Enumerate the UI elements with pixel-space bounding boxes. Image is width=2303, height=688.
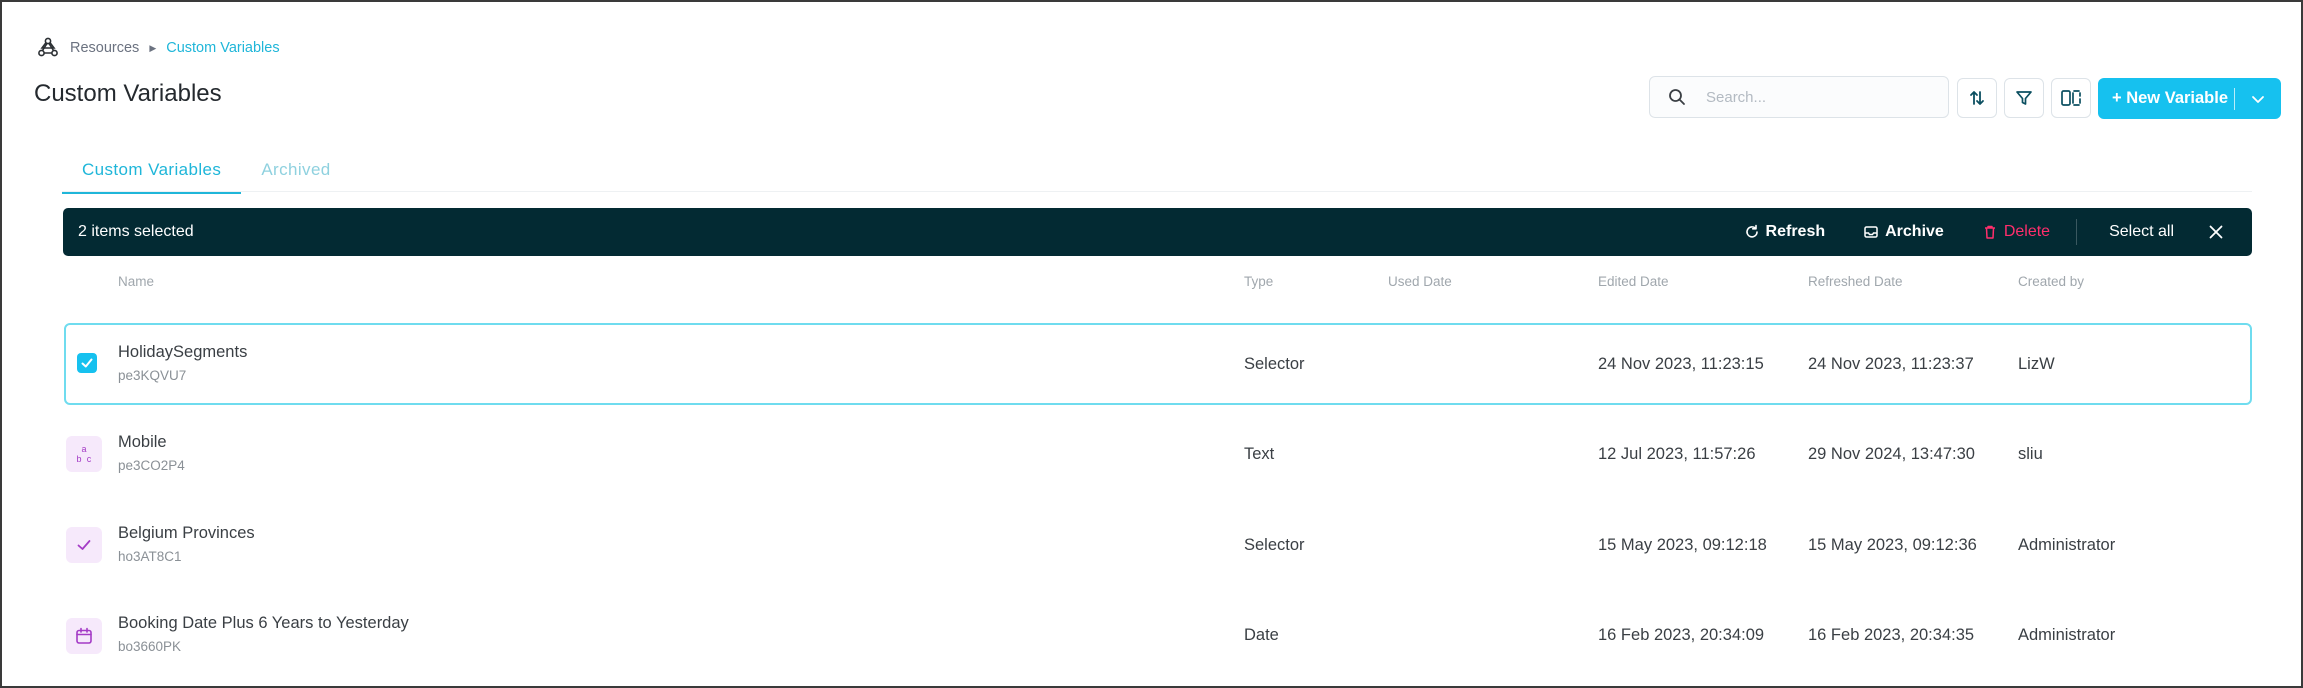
filter-icon <box>2016 91 2032 105</box>
archive-icon <box>1864 226 1878 238</box>
variable-id: bo3660PK <box>118 639 182 654</box>
svg-text:b: b <box>76 454 81 464</box>
checkbox-checked-icon <box>81 358 93 368</box>
variable-name[interactable]: Mobile <box>118 433 185 452</box>
edited-date-cell: 15 May 2023, 09:12:18 <box>1598 536 1767 554</box>
sort-button[interactable] <box>1957 78 1997 118</box>
edited-date-cell: 16 Feb 2023, 20:34:09 <box>1598 626 1765 644</box>
created-by-cell: sliu <box>2018 445 2043 463</box>
archive-button[interactable]: Archive <box>1863 223 1944 241</box>
variable-name-cell: Booking Date Plus 6 Years to Yesterday b… <box>118 614 409 654</box>
variable-id: pe3KQVU7 <box>118 368 187 383</box>
chevron-down-icon <box>2252 95 2264 103</box>
svg-text:c: c <box>87 454 92 464</box>
tab-custom-variables[interactable]: Custom Variables <box>62 152 242 194</box>
sort-arrows-icon <box>1970 91 1984 105</box>
new-variable-button[interactable]: + New Variable <box>2098 78 2281 119</box>
variable-name[interactable]: Booking Date Plus 6 Years to Yesterday <box>118 614 409 633</box>
select-all-button[interactable]: Select all <box>2109 223 2174 241</box>
tab-bar: Custom Variables Archived <box>62 152 351 194</box>
delete-button[interactable]: Delete <box>1982 223 2050 241</box>
type-cell: Selector <box>1244 536 1305 554</box>
breadcrumb-separator-icon: ▶ <box>149 42 157 53</box>
selection-action-bar: 2 items selected Refresh Archive Delete … <box>63 208 2252 256</box>
type-icon-badge <box>66 618 102 654</box>
check-icon <box>77 540 91 550</box>
variable-name[interactable]: Belgium Provinces <box>118 524 255 543</box>
new-variable-dropdown-toggle[interactable] <box>2235 91 2281 107</box>
type-cell: Date <box>1244 626 1279 644</box>
column-header-refreshed-date[interactable]: Refreshed Date <box>1808 274 1903 289</box>
page-title: Custom Variables <box>34 80 222 107</box>
breadcrumb-current[interactable]: Custom Variables <box>166 40 279 56</box>
variable-id: ho3AT8C1 <box>118 549 182 564</box>
refreshed-date-cell: 24 Nov 2023, 11:23:37 <box>1808 355 1974 373</box>
created-by-cell: LizW <box>2018 355 2055 373</box>
refreshed-date-cell: 16 Feb 2023, 20:34:35 <box>1808 626 1975 644</box>
delete-label: Delete <box>2003 223 2051 240</box>
column-header-type[interactable]: Type <box>1244 274 1273 289</box>
svg-text:a: a <box>81 444 86 454</box>
selected-count: 2 items selected <box>78 223 194 240</box>
row-checkbox[interactable] <box>77 353 97 373</box>
refresh-button[interactable]: Refresh <box>1744 223 1826 241</box>
type-icon-badge: a b c <box>66 436 102 472</box>
refreshed-date-cell: 29 Nov 2024, 13:47:30 <box>1808 445 1975 463</box>
refreshed-date-cell: 15 May 2023, 09:12:36 <box>1808 536 1977 554</box>
type-cell: Text <box>1244 445 1275 463</box>
tab-archived[interactable]: Archived <box>241 152 350 194</box>
variable-name-cell: HolidaySegments pe3KQVU7 <box>118 343 247 383</box>
archive-label: Archive <box>1885 223 1944 240</box>
edited-date-cell: 24 Nov 2023, 11:23:15 <box>1598 355 1764 373</box>
breadcrumb: Resources ▶ Custom Variables <box>36 36 280 60</box>
refresh-icon <box>1745 224 1758 238</box>
text-abc-icon: a b c <box>76 444 92 464</box>
column-header-used-date[interactable]: Used Date <box>1388 274 1452 289</box>
app-logo-icon[interactable] <box>36 36 60 60</box>
type-cell: Selector <box>1244 355 1305 373</box>
selection-bar-divider <box>2076 219 2078 245</box>
variable-name[interactable]: HolidaySegments <box>118 343 247 362</box>
filter-button[interactable] <box>2004 78 2044 118</box>
trash-icon <box>1984 225 1995 239</box>
search-input[interactable] <box>1706 88 1926 106</box>
search-box[interactable] <box>1649 76 1949 118</box>
breadcrumb-resources-link[interactable]: Resources <box>70 40 139 56</box>
clear-selection-button[interactable] <box>2208 224 2224 240</box>
refresh-label: Refresh <box>1765 223 1826 240</box>
variable-name-cell: Belgium Provinces ho3AT8C1 <box>118 524 255 564</box>
columns-button[interactable] <box>2051 78 2091 118</box>
created-by-cell: Administrator <box>2018 536 2116 554</box>
column-header-edited-date[interactable]: Edited Date <box>1598 274 1669 289</box>
edited-date-cell: 12 Jul 2023, 11:57:26 <box>1598 445 1756 463</box>
column-header-created-by[interactable]: Created by <box>2018 274 2084 289</box>
search-icon <box>1669 89 1685 105</box>
calendar-icon <box>76 627 92 644</box>
close-icon <box>2209 225 2223 239</box>
variable-name-cell: Mobile pe3CO2P4 <box>118 433 185 473</box>
columns-layout-icon <box>2061 90 2081 106</box>
tabs-divider <box>62 191 2252 192</box>
variable-id: pe3CO2P4 <box>118 458 185 473</box>
created-by-cell: Administrator <box>2018 626 2116 644</box>
type-icon-badge <box>66 527 102 563</box>
column-header-name[interactable]: Name <box>118 274 154 289</box>
new-variable-label[interactable]: + New Variable <box>2098 89 2234 108</box>
